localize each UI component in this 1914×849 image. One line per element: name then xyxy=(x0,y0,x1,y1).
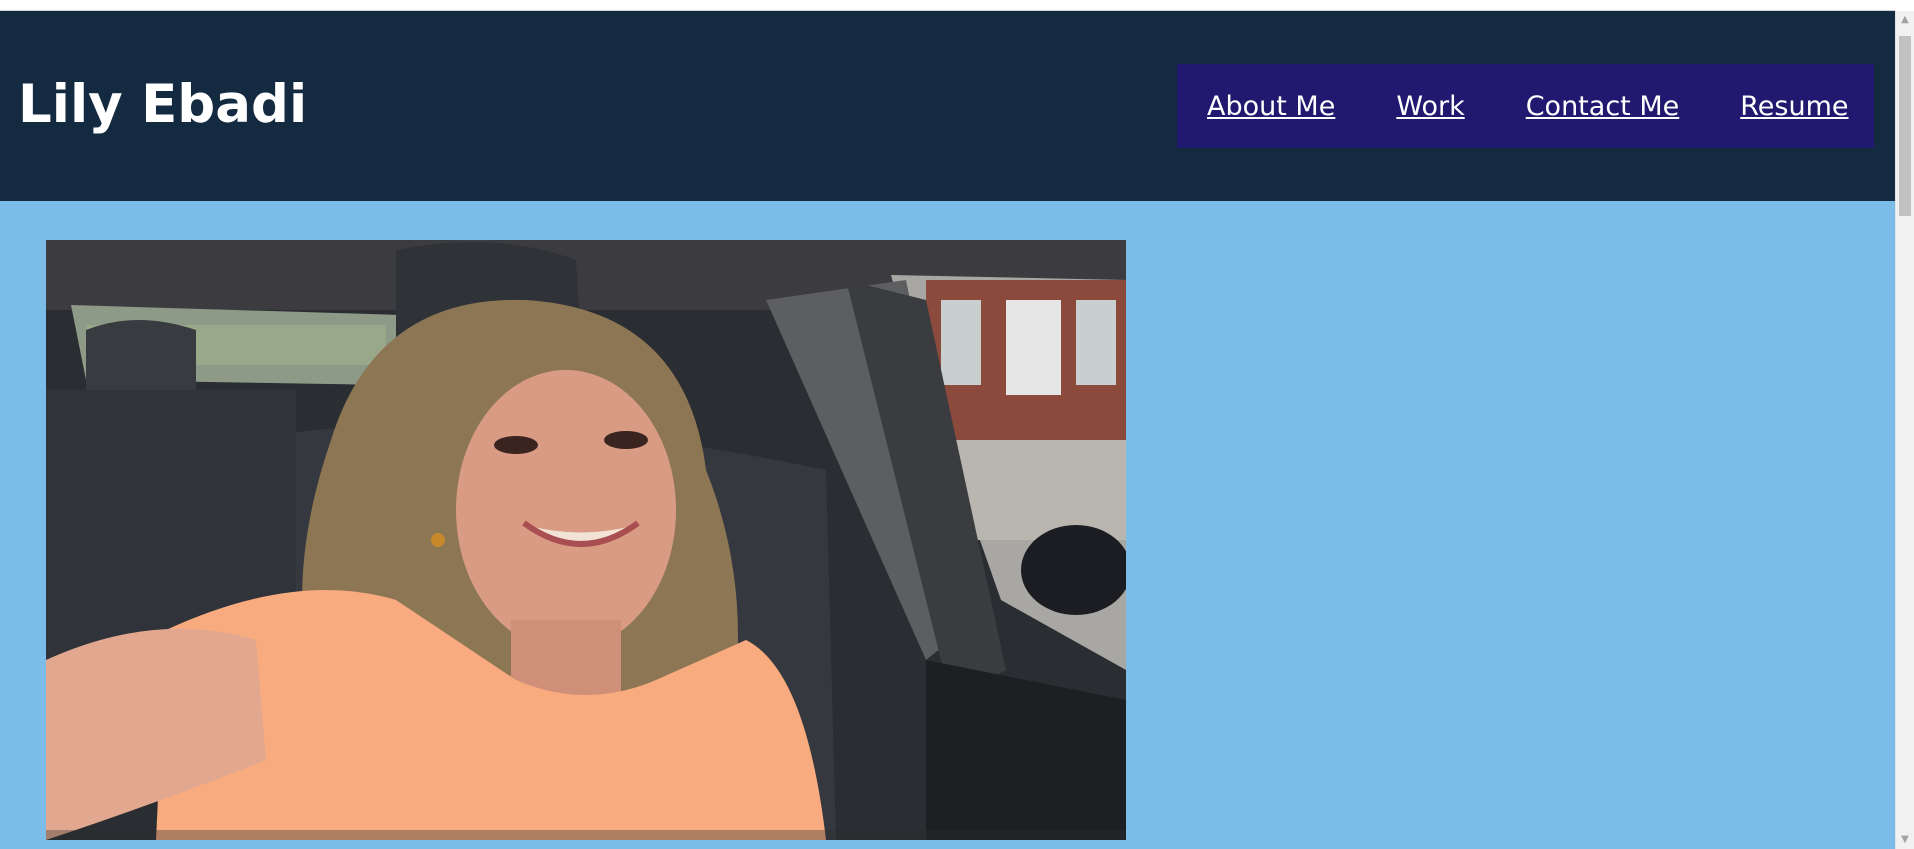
page: Lily Ebadi About Me Work Contact Me Resu… xyxy=(0,11,1895,849)
main-nav: About Me Work Contact Me Resume xyxy=(1177,64,1874,148)
nav-link-about-me[interactable]: About Me xyxy=(1207,91,1335,122)
vertical-scrollbar[interactable]: ▲ ▼ xyxy=(1895,11,1914,849)
nav-link-resume[interactable]: Resume xyxy=(1740,91,1848,122)
scroll-up-icon[interactable]: ▲ xyxy=(1896,11,1914,29)
profile-photo-illustration xyxy=(46,240,1126,840)
nav-link-contact-me[interactable]: Contact Me xyxy=(1526,91,1680,122)
scrollbar-thumb[interactable] xyxy=(1899,36,1911,216)
profile-photo xyxy=(46,240,1126,840)
site-title: Lily Ebadi xyxy=(18,74,308,135)
nav-link-work[interactable]: Work xyxy=(1396,91,1464,122)
scroll-down-icon[interactable]: ▼ xyxy=(1896,831,1914,849)
site-header: Lily Ebadi About Me Work Contact Me Resu… xyxy=(0,11,1895,201)
